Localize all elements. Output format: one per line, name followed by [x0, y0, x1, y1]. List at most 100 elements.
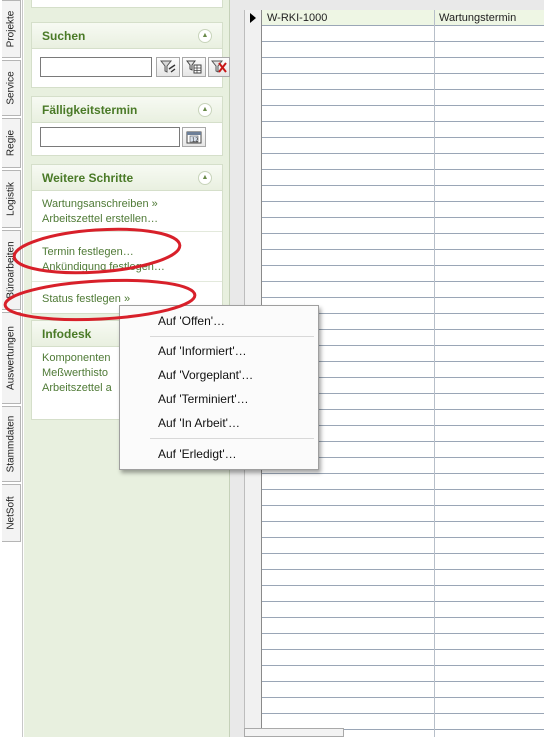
row-header[interactable] — [245, 282, 262, 298]
collapse-icon[interactable]: ▲ — [198, 170, 212, 185]
row-header[interactable] — [245, 698, 262, 714]
row-header[interactable] — [245, 106, 262, 122]
search-input[interactable] — [40, 57, 152, 77]
row-header[interactable] — [245, 170, 262, 186]
filter-table-icon[interactable] — [182, 57, 206, 77]
table-row[interactable] — [245, 474, 544, 490]
tab-regie[interactable]: Regie — [2, 118, 21, 168]
tab-netsoft[interactable]: NetSoft — [2, 484, 21, 542]
panel-header[interactable]: Suchen ▲ — [32, 23, 222, 49]
table-row[interactable] — [245, 42, 544, 58]
collapse-icon[interactable]: ▲ — [198, 102, 212, 117]
table-row[interactable] — [245, 202, 544, 218]
row-header[interactable] — [245, 522, 262, 538]
table-row[interactable] — [245, 698, 544, 714]
row-header[interactable] — [245, 234, 262, 250]
table-row[interactable] — [245, 682, 544, 698]
row-header[interactable] — [245, 122, 262, 138]
previous-panel-bottom — [31, 0, 223, 8]
table-row[interactable] — [245, 602, 544, 618]
collapse-icon[interactable]: ▲ — [198, 28, 212, 43]
calendar-icon[interactable]: 12 — [182, 127, 206, 147]
tab-service[interactable]: Service — [2, 60, 21, 116]
row-header[interactable] — [245, 490, 262, 506]
row-header[interactable] — [245, 666, 262, 682]
table-row[interactable] — [245, 554, 544, 570]
row-header[interactable] — [245, 538, 262, 554]
tab-stammdaten[interactable]: Stammdaten — [2, 406, 21, 482]
row-header[interactable] — [245, 250, 262, 266]
menu-item-terminiert[interactable]: Auf 'Terminiert'… — [158, 392, 249, 406]
link-wartungsanschreiben[interactable]: Wartungsanschreiben » — [32, 197, 222, 212]
row-header[interactable] — [245, 90, 262, 106]
table-row[interactable] — [245, 522, 544, 538]
row-header[interactable] — [245, 586, 262, 602]
panel-header[interactable]: Fälligkeitstermin ▲ — [32, 97, 222, 123]
table-row[interactable] — [245, 634, 544, 650]
row-header[interactable] — [245, 618, 262, 634]
table-row[interactable] — [245, 26, 544, 42]
menu-item-erledigt[interactable]: Auf 'Erledigt'… — [158, 447, 237, 461]
clear-filter-icon[interactable] — [208, 57, 230, 77]
row-header[interactable] — [245, 506, 262, 522]
table-row[interactable] — [245, 650, 544, 666]
row-header[interactable] — [245, 138, 262, 154]
table-row[interactable] — [245, 490, 544, 506]
row-header[interactable] — [245, 218, 262, 234]
table-row[interactable] — [245, 154, 544, 170]
row-header[interactable] — [245, 570, 262, 586]
link-termin-festlegen[interactable]: Termin festlegen… — [32, 245, 222, 260]
table-row[interactable] — [245, 282, 544, 298]
link-arbeitszettel-erstellen[interactable]: Arbeitszettel erstellen… — [32, 212, 222, 227]
tab-projekte[interactable]: Projekte — [2, 0, 21, 58]
table-row[interactable] — [245, 666, 544, 682]
row-header[interactable] — [245, 554, 262, 570]
due-date-input[interactable] — [40, 127, 180, 147]
table-row[interactable] — [245, 586, 544, 602]
cell-type[interactable]: Wartungstermin — [439, 12, 516, 24]
table-row[interactable] — [245, 106, 544, 122]
link-ankuendigung-festlegen[interactable]: Ankündigung festlegen… — [32, 260, 222, 275]
table-row[interactable] — [245, 186, 544, 202]
row-header[interactable] — [245, 42, 262, 58]
table-row[interactable] — [245, 570, 544, 586]
table-row[interactable] — [245, 218, 544, 234]
table-row[interactable] — [245, 122, 544, 138]
row-header[interactable] — [245, 74, 262, 90]
row-header[interactable] — [245, 602, 262, 618]
table-row[interactable]: W-RKI-1000 Wartungstermin — [245, 10, 544, 26]
table-row[interactable] — [245, 618, 544, 634]
row-header[interactable] — [245, 186, 262, 202]
table-row[interactable] — [245, 234, 544, 250]
row-header[interactable] — [245, 650, 262, 666]
cell-identifier[interactable]: W-RKI-1000 — [267, 12, 327, 24]
table-row[interactable] — [245, 170, 544, 186]
table-row[interactable] — [245, 506, 544, 522]
row-header[interactable] — [245, 58, 262, 74]
row-header[interactable] — [245, 266, 262, 282]
row-header[interactable] — [245, 10, 262, 26]
row-header[interactable] — [245, 474, 262, 490]
row-header[interactable] — [245, 202, 262, 218]
tab-auswertungen[interactable]: Auswertungen — [2, 312, 21, 404]
menu-item-offen[interactable]: Auf 'Offen'… — [158, 314, 225, 328]
row-header[interactable] — [245, 26, 262, 42]
row-header[interactable] — [245, 634, 262, 650]
filter-icon[interactable] — [156, 57, 180, 77]
row-header[interactable] — [245, 154, 262, 170]
table-row[interactable] — [245, 74, 544, 90]
tab-bueroarbeiten[interactable]: Büroarbeiten — [2, 230, 21, 310]
panel-header[interactable]: Weitere Schritte ▲ — [32, 165, 222, 191]
table-row[interactable] — [245, 538, 544, 554]
table-row[interactable] — [245, 266, 544, 282]
table-row[interactable] — [245, 58, 544, 74]
table-row[interactable] — [245, 138, 544, 154]
table-row[interactable] — [245, 90, 544, 106]
table-row[interactable] — [245, 250, 544, 266]
tab-logistik[interactable]: Logistik — [2, 170, 21, 228]
horizontal-scrollbar[interactable] — [244, 728, 344, 737]
menu-item-informiert[interactable]: Auf 'Informiert'… — [158, 344, 247, 358]
menu-item-in-arbeit[interactable]: Auf 'In Arbeit'… — [158, 416, 240, 430]
row-header[interactable] — [245, 682, 262, 698]
menu-item-vorgeplant[interactable]: Auf 'Vorgeplant'… — [158, 368, 253, 382]
